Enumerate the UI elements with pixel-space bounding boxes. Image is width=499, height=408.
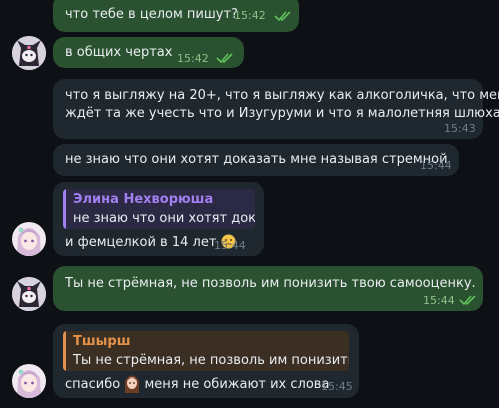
message-text-line: ждёт та же учесть что и Изугуруми и что … [65,106,499,121]
message-time: 15:44 [423,294,455,307]
reply-text: Ты не стрёмная, не позволь им понизить..… [73,353,349,368]
reply-bar [63,331,66,371]
read-check-icon [274,11,291,22]
message-text: не знаю что они хотят доказать мне назыв… [65,152,448,167]
message-bubble[interactable]: что тебе в целом пишут? 15:42 [53,0,299,32]
message-time: 15:44 [420,159,452,172]
message-text: что я выгляжу на 20+, что я выгляжу как … [65,87,499,123]
message-text: что тебе в целом пишут? [65,7,238,22]
message-time: 15:42 [234,9,266,22]
message-time: 15:42 [177,52,209,65]
kuromi-avatar-icon [12,277,46,311]
avatar[interactable] [12,277,46,311]
message-text: спасибо меня не обижают их слова [65,373,329,394]
message-text-after: меня не обижают их слова [144,377,330,392]
anime-girl-avatar-icon [12,364,46,398]
avatar[interactable] [12,222,46,256]
message-time: 15:43 [444,122,476,135]
kuromi-avatar-icon [12,36,46,70]
reply-author: Тшырш [73,334,131,349]
read-check-icon [459,295,476,306]
message-text-before: спасибо [65,377,121,392]
message-time: 15:45 [321,380,353,393]
message-text: и фемцелкой в 14 лет [65,234,236,252]
message-text: в общих чертах [65,45,173,60]
message-bubble[interactable]: в общих чертах 15:42 [53,37,244,68]
message-bubble[interactable]: не знаю что они хотят доказать мне назыв… [53,144,459,176]
anime-girl-avatar-icon [12,222,46,256]
reply-author: Элина Нехворюша [73,192,214,207]
reply-preview[interactable]: Элина Нехворюша не знаю что они хотят до… [63,189,255,229]
reply-text: не знаю что они хотят док... [73,211,255,226]
message-text-body: и фемцелкой в 14 лет [65,235,217,250]
message-bubble[interactable]: Элина Нехворюша не знаю что они хотят до… [53,182,264,256]
avatar[interactable] [12,364,46,398]
read-check-icon [216,53,233,64]
avatar[interactable] [12,36,46,70]
message-bubble[interactable]: Тшырш Ты не стрёмная, не позволь им пони… [53,324,359,398]
message-time: 15:44 [214,239,246,252]
reply-preview[interactable]: Тшырш Ты не стрёмная, не позволь им пони… [63,331,349,371]
reply-bar [63,189,66,229]
message-bubble[interactable]: что я выгляжу на 20+, что я выгляжу как … [53,79,499,139]
message-text-line: что я выгляжу на 20+, что я выгляжу как … [65,88,499,103]
message-text: Ты не стрёмная, не позволь им понизить т… [65,276,476,291]
message-bubble[interactable]: Ты не стрёмная, не позволь им понизить т… [53,266,483,311]
girl-sticker-icon [125,375,140,393]
